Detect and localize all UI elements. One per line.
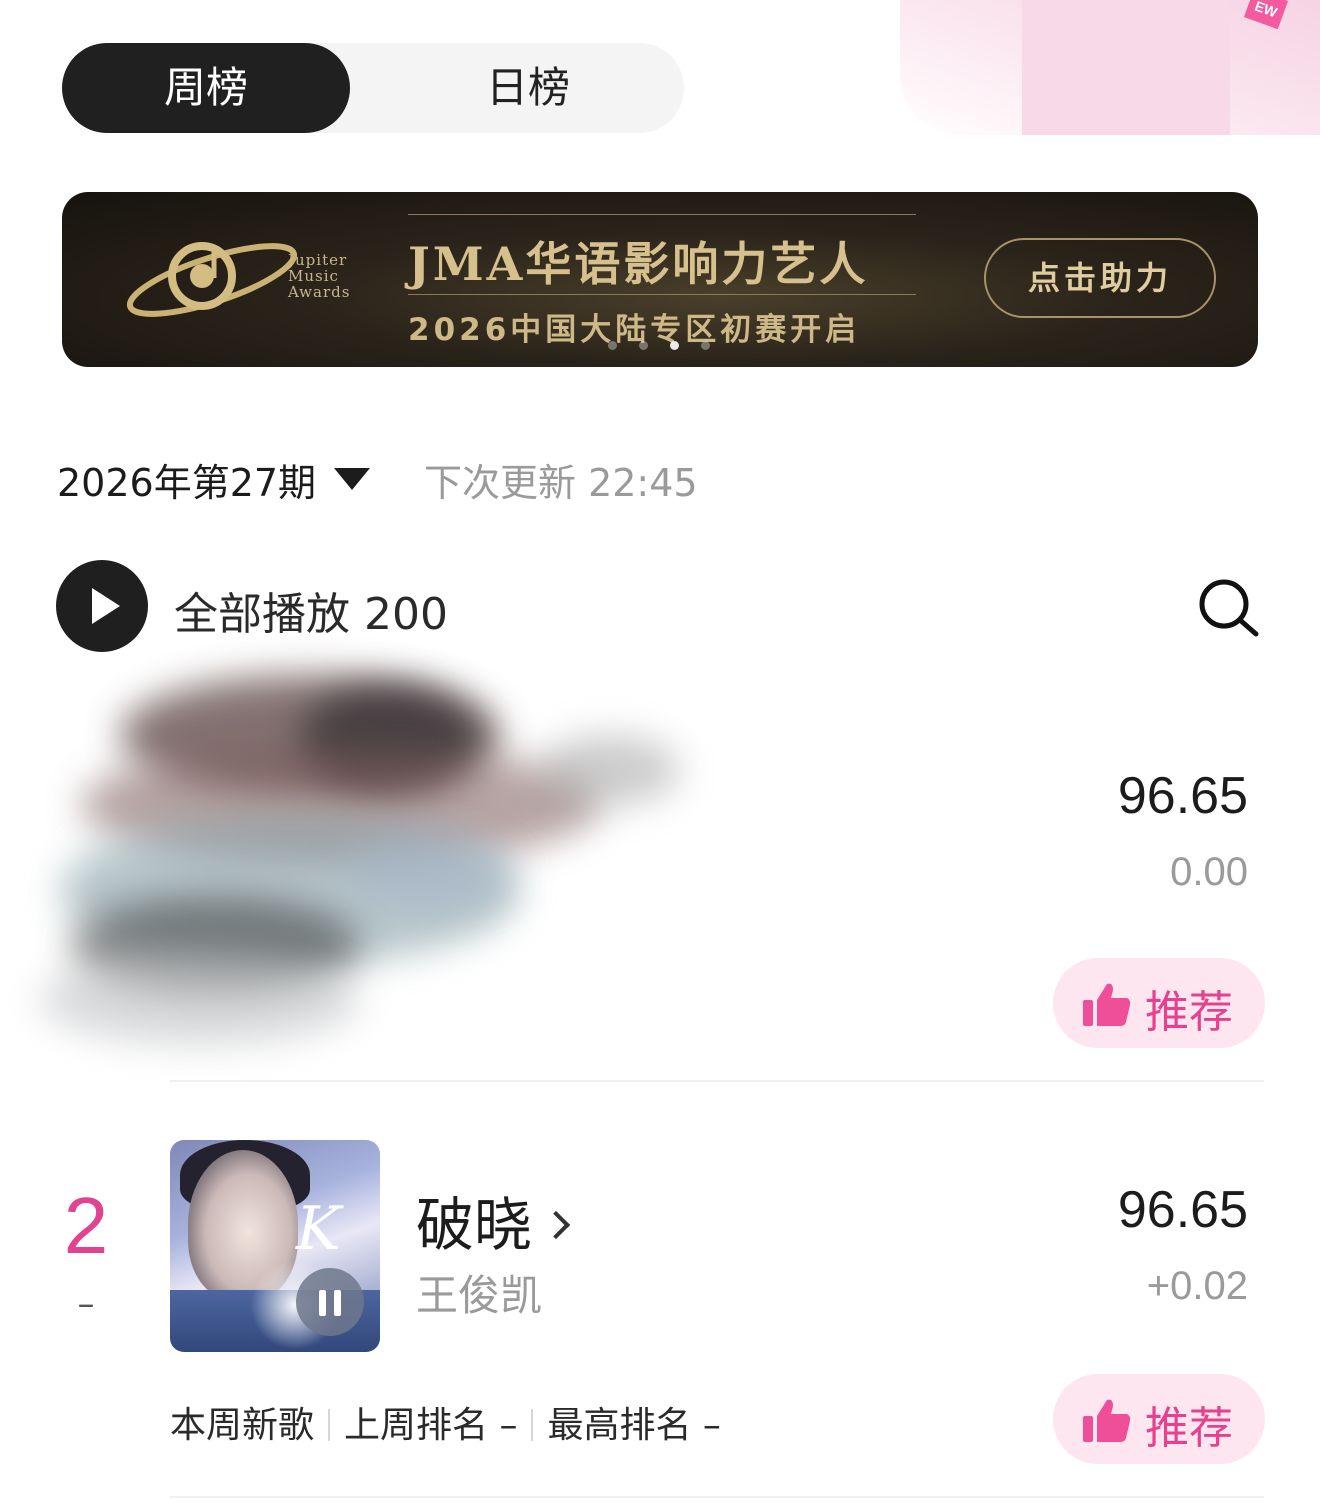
- meta-separator: [328, 1409, 331, 1441]
- new-tag-decor: EW: [1243, 0, 1289, 30]
- obscured-row-content: [0, 655, 690, 1075]
- jupiter-logo-icon: [126, 242, 298, 317]
- issue-label: 2026年第27期: [57, 461, 317, 505]
- brand-line-1: Jupiter: [288, 251, 348, 269]
- banner-support-button[interactable]: 点击助力: [984, 238, 1216, 318]
- pause-icon[interactable]: [296, 1268, 364, 1336]
- chart-page: EW 周榜 日榜 Jupiter Music Awards JMA华语影响力艺人…: [0, 0, 1320, 1505]
- banner-rule-bottom: [408, 294, 916, 295]
- banner-dot[interactable]: [639, 341, 648, 350]
- row-2-recommend-button[interactable]: 推荐: [1053, 1374, 1265, 1464]
- play-all-button[interactable]: [56, 560, 148, 652]
- banner-dot-active[interactable]: [670, 341, 679, 350]
- tab-weekly[interactable]: 周榜: [62, 43, 350, 133]
- banner-rule-top: [408, 214, 916, 215]
- row-1-score: 96.65: [1117, 767, 1248, 825]
- chevron-right-icon: [541, 1210, 571, 1240]
- meta-separator: [531, 1409, 534, 1441]
- next-update-text: 下次更新 22:45: [424, 461, 698, 505]
- row-1-delta: 0.00: [1170, 850, 1248, 894]
- album-cover[interactable]: K: [170, 1140, 380, 1352]
- play-all-label[interactable]: 全部播放 200: [174, 578, 448, 642]
- banner-brand-text: Jupiter Music Awards: [288, 252, 350, 300]
- rank-change: –: [77, 1284, 95, 1324]
- search-icon[interactable]: [1196, 578, 1260, 638]
- row-2-delta: +0.02: [1146, 1264, 1248, 1308]
- cover-art-logo: K: [296, 1194, 341, 1264]
- recommend-label: 推荐: [1145, 987, 1233, 1038]
- banner-dot[interactable]: [608, 341, 617, 350]
- corner-decoration: EW: [900, 0, 1320, 135]
- row-1-recommend-button[interactable]: 推荐: [1053, 958, 1265, 1048]
- new-song-tag: 本周新歌: [170, 1405, 315, 1446]
- row-divider: [170, 1496, 1264, 1498]
- decor-panel: [1022, 0, 1230, 135]
- thumbs-up-icon: [1083, 1399, 1131, 1442]
- peak-rank: 最高排名 –: [547, 1405, 721, 1446]
- chart-period-tabs: 周榜 日榜: [62, 43, 684, 133]
- brand-line-2: Music: [288, 267, 339, 285]
- row-divider: [170, 1080, 1264, 1082]
- issue-selector[interactable]: 2026年第27期: [57, 452, 371, 507]
- rank-number: 2: [63, 1181, 109, 1270]
- play-icon: [92, 588, 120, 624]
- song-meta: 本周新歌 上周排名 – 最高排名 –: [170, 1396, 721, 1448]
- banner-dot[interactable]: [701, 341, 710, 350]
- song-title: 破晓: [416, 1191, 533, 1259]
- artist-name[interactable]: 王俊凯: [416, 1262, 542, 1323]
- banner-pagination: [608, 335, 732, 354]
- recommend-label: 推荐: [1145, 1403, 1233, 1454]
- thumbs-up-icon: [1083, 983, 1131, 1026]
- caret-down-icon: [334, 468, 371, 490]
- banner-title: JMA华语影响力艺人: [408, 237, 869, 291]
- brand-line-3: Awards: [288, 283, 351, 301]
- promo-banner[interactable]: Jupiter Music Awards JMA华语影响力艺人 2026中国大陆…: [62, 192, 1258, 367]
- last-week-rank: 上周排名 –: [344, 1405, 518, 1446]
- row-2-score: 96.65: [1117, 1181, 1248, 1239]
- song-title-link[interactable]: 破晓: [416, 1178, 571, 1262]
- tab-daily[interactable]: 日榜: [372, 43, 684, 133]
